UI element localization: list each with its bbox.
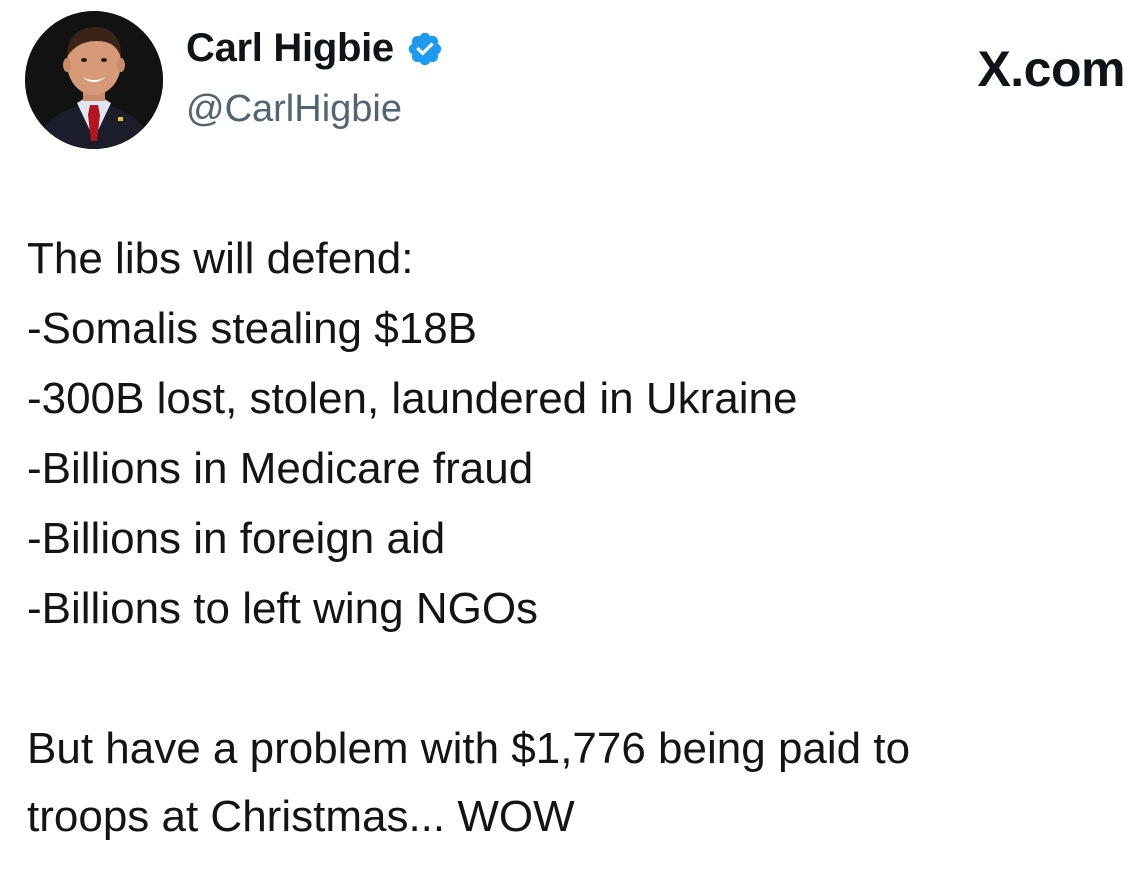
profile-photo-icon (25, 11, 163, 149)
tweet-line: troops at Christmas... WOW (27, 792, 575, 841)
name-row: Carl Higbie (186, 26, 444, 71)
brand-label: X.com (977, 41, 1125, 97)
display-name[interactable]: Carl Higbie (186, 26, 394, 71)
tweet-card: Carl Higbie @CarlHigbie X.com The libs w… (0, 0, 1147, 876)
tweet-line: -Billions in Medicare fraud (27, 444, 534, 493)
avatar[interactable] (25, 11, 163, 149)
tweet-line: -300B lost, stolen, laundered in Ukraine (27, 374, 798, 423)
tweet-line: -Billions in foreign aid (27, 514, 446, 563)
tweet-line: The libs will defend: (27, 234, 414, 283)
tweet-line: -Billions to left wing NGOs (27, 584, 539, 633)
tweet-line: -Somalis stealing $18B (27, 304, 478, 353)
tweet-text: The libs will defend: -Somalis stealing … (27, 224, 1127, 644)
verified-badge-icon (406, 30, 444, 68)
tweet-line: But have a problem with $1,776 being pai… (27, 724, 911, 773)
user-handle[interactable]: @CarlHigbie (186, 88, 402, 131)
tweet-closing-text: But have a problem with $1,776 being pai… (27, 715, 1127, 851)
